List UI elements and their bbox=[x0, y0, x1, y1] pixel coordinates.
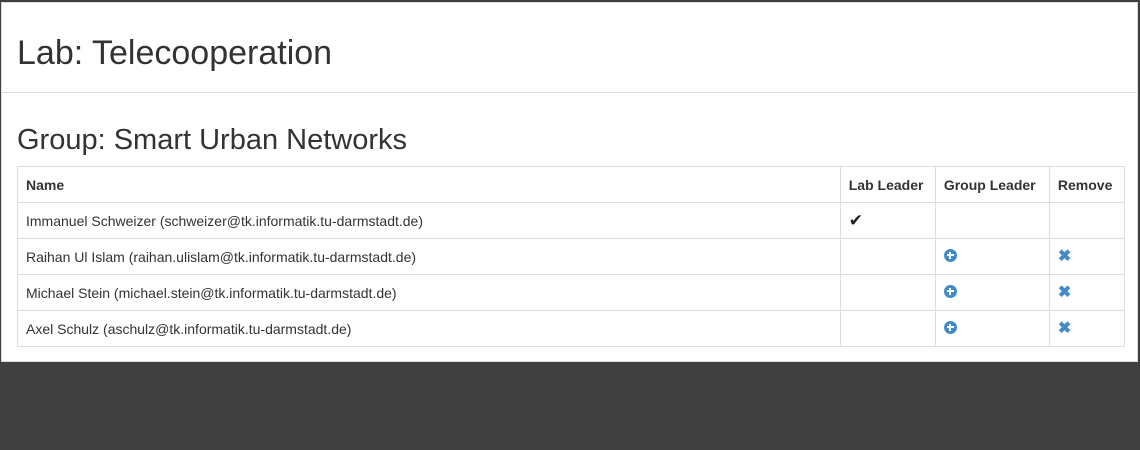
lab-panel-heading: Lab: Telecooperation bbox=[2, 3, 1137, 93]
group-leader-cell bbox=[934, 274, 1050, 311]
group-leader-cell bbox=[934, 202, 1050, 239]
lab-panel: Lab: Telecooperation Group: Smart Urban … bbox=[1, 2, 1138, 362]
table-row: Michael Stein (michael.stein@tk.informat… bbox=[17, 274, 1126, 311]
table-row: Axel Schulz (aschulz@tk.informatik.tu-da… bbox=[17, 310, 1126, 347]
remove-cell: ✖ bbox=[1048, 274, 1126, 311]
table-header-row: Name Lab Leader Group Leader Remove bbox=[17, 166, 1126, 203]
lab-leader-cell bbox=[839, 274, 936, 311]
group-title: Group: Smart Urban Networks bbox=[17, 124, 408, 156]
lab-title: Lab: Telecooperation bbox=[17, 34, 333, 72]
group-members-table: Name Lab Leader Group Leader Remove Imma… bbox=[17, 166, 1126, 347]
member-name: Immanuel Schweizer (schweizer@tk.informa… bbox=[17, 202, 841, 239]
add-group-leader-plus-icon[interactable] bbox=[943, 284, 957, 298]
member-name: Raihan Ul Islam (raihan.ulislam@tk.infor… bbox=[17, 238, 841, 275]
add-group-leader-plus-icon[interactable] bbox=[943, 248, 957, 262]
group-leader-cell bbox=[934, 310, 1050, 347]
header-name: Name bbox=[17, 166, 841, 203]
add-group-leader-plus-icon[interactable] bbox=[943, 320, 957, 334]
remove-cell bbox=[1048, 202, 1126, 239]
group-leader-cell bbox=[934, 238, 1050, 275]
remove-member-x-icon[interactable]: ✖ bbox=[1058, 321, 1071, 337]
header-remove: Remove bbox=[1048, 166, 1126, 203]
header-lab-leader: Lab Leader bbox=[839, 166, 936, 203]
remove-member-x-icon[interactable]: ✖ bbox=[1058, 285, 1071, 301]
check-icon: ✔ bbox=[848, 210, 863, 230]
table-row: Immanuel Schweizer (schweizer@tk.informa… bbox=[17, 202, 1126, 239]
remove-cell: ✖ bbox=[1048, 310, 1126, 347]
table-row: Raihan Ul Islam (raihan.ulislam@tk.infor… bbox=[17, 238, 1126, 275]
remove-member-x-icon[interactable]: ✖ bbox=[1058, 249, 1071, 265]
header-group-leader: Group Leader bbox=[934, 166, 1050, 203]
remove-cell: ✖ bbox=[1048, 238, 1126, 275]
member-name: Axel Schulz (aschulz@tk.informatik.tu-da… bbox=[17, 310, 841, 347]
lab-leader-cell bbox=[839, 310, 936, 347]
member-name: Michael Stein (michael.stein@tk.informat… bbox=[17, 274, 841, 311]
lab-leader-cell bbox=[839, 238, 936, 275]
lab-leader-cell: ✔ bbox=[839, 202, 936, 239]
